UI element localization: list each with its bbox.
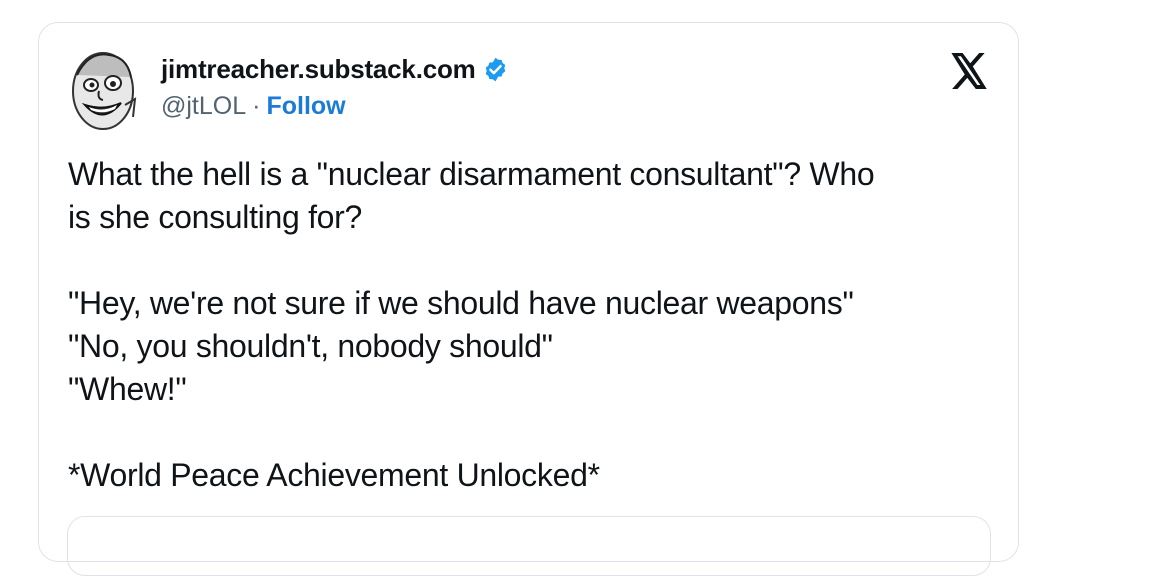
tweet-text: What the hell is a "nuclear disarmament … [68,153,1008,497]
tweet-line: What the hell is a "nuclear disarmament … [68,156,875,192]
tweet-line: "No, you shouldn't, nobody should" [68,328,553,364]
quoted-media-box[interactable] [67,516,991,576]
tweet-card: jimtreacher.substack.com @jtLOL · Follow… [38,22,1019,576]
separator-dot: · [252,92,261,120]
author-handle[interactable]: @jtLOL [161,92,246,121]
tweet-line: "Whew!" [68,371,187,407]
tweet-line: is she consulting for? [68,199,363,235]
avatar[interactable] [69,45,137,133]
author-handle-row: @jtLOL · Follow [161,92,346,121]
tweet-line: *World Peace Achievement Unlocked* [68,457,600,493]
follow-button[interactable]: Follow [266,92,345,121]
author-name-row: jimtreacher.substack.com [161,52,509,86]
tweet-line: "Hey, we're not sure if we should have n… [68,285,854,321]
verified-badge-icon [482,56,509,83]
x-logo-icon[interactable] [949,53,989,89]
author-display-name[interactable]: jimtreacher.substack.com [161,54,476,85]
caricature-avatar-icon [72,52,137,130]
